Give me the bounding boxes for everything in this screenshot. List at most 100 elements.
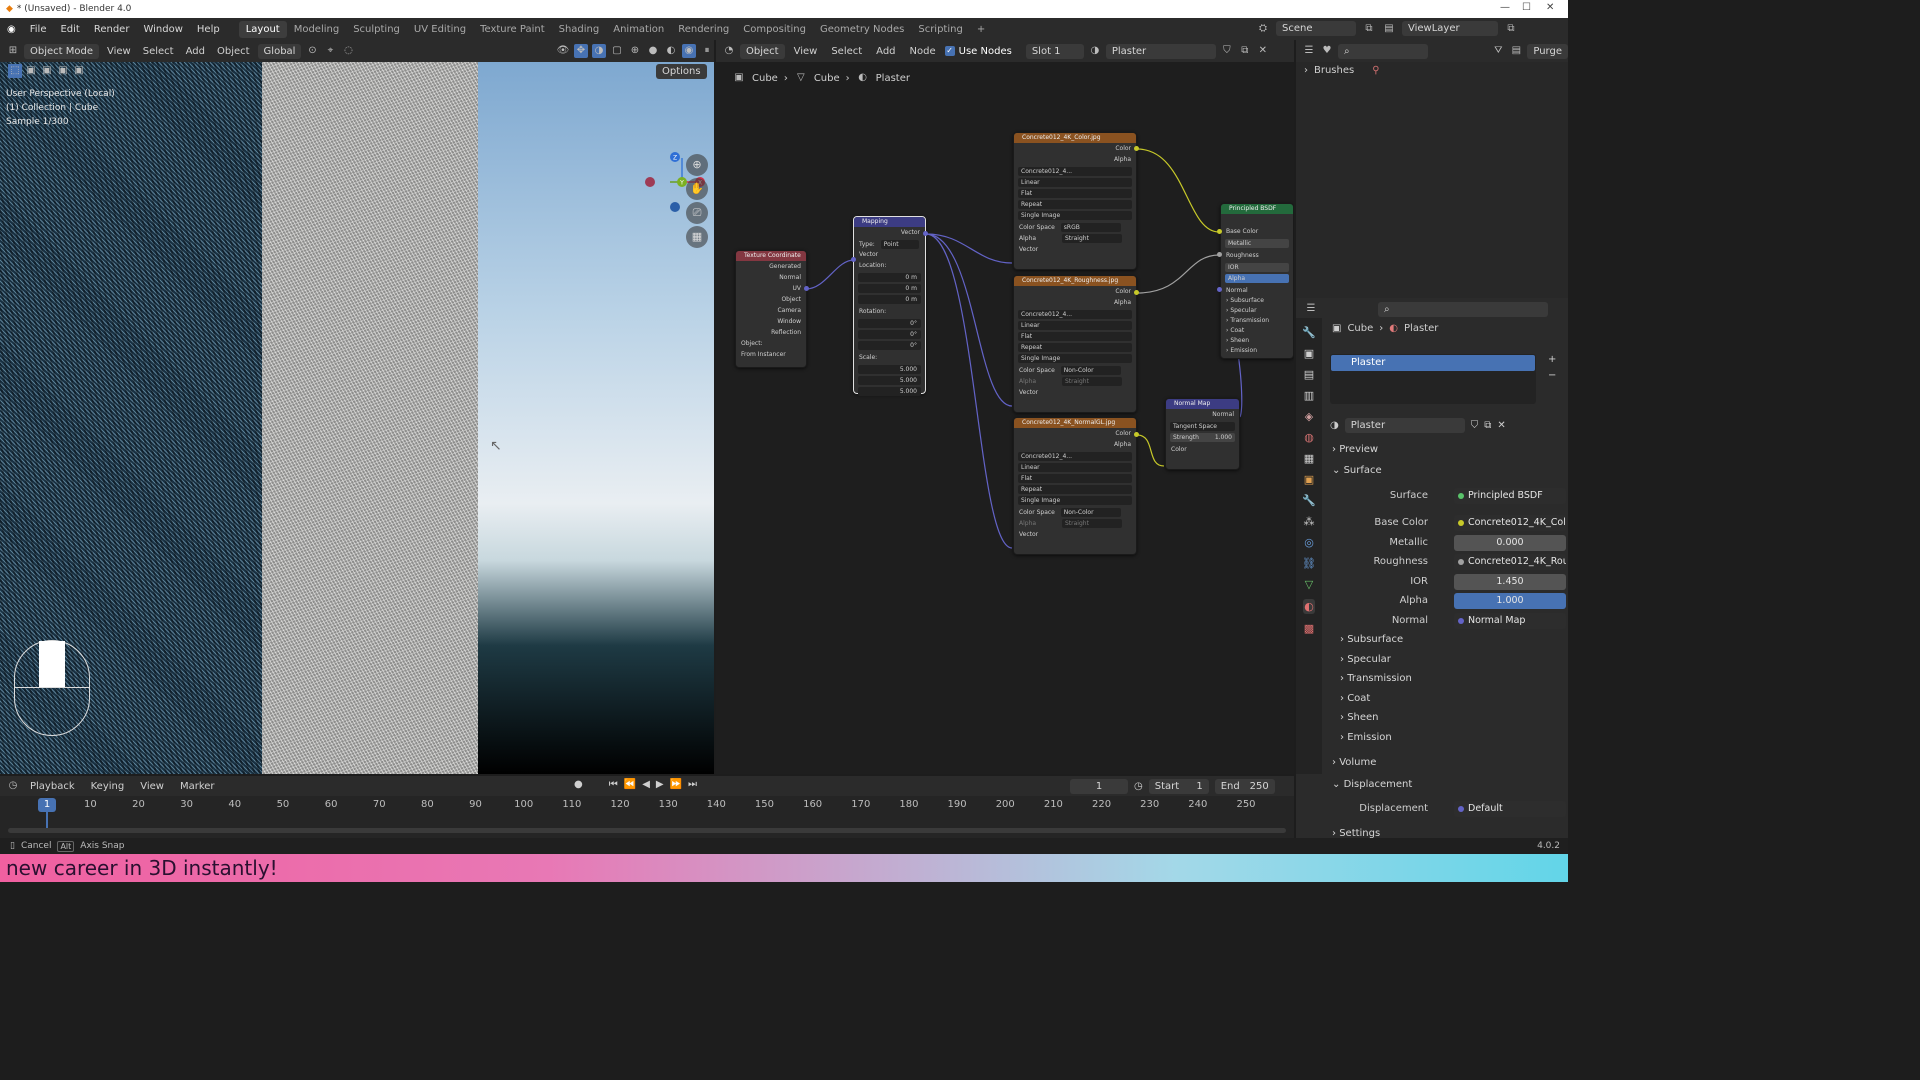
timeline-editor[interactable]: ◷ Playback Keying View Marker ● ⏮ ⏪ ◀ ▶ … (0, 776, 1294, 838)
panel-subsurface[interactable]: Subsurface (1230, 297, 1264, 304)
texture-tab-icon[interactable]: ▩ (1304, 622, 1314, 635)
node-header[interactable]: Normal Map (1166, 399, 1239, 409)
texture-coordinate-node[interactable]: Texture Coordinate Generated Normal UV O… (735, 250, 807, 368)
node-menu-select[interactable]: Select (826, 46, 867, 57)
menu-window[interactable]: Window (136, 24, 189, 35)
material-browse-icon[interactable]: ◑ (1088, 44, 1102, 58)
node-menu-view[interactable]: View (789, 46, 823, 57)
object-tab-icon[interactable]: ▣ (1304, 473, 1314, 486)
ior-field[interactable]: 1.450 (1454, 574, 1566, 590)
material-name-field[interactable]: Plaster (1344, 418, 1465, 433)
output-tab-icon[interactable]: ▤ (1304, 368, 1314, 381)
tab-scripting[interactable]: Scripting (911, 21, 969, 38)
subpanel-emission[interactable]: › Emission (1340, 732, 1392, 743)
scene-tab-icon[interactable]: ◈ (1305, 410, 1313, 423)
displacement-field[interactable]: Default (1454, 801, 1566, 817)
filter-icon[interactable]: ⛛ (1491, 44, 1505, 58)
ior-field[interactable]: IOR (1225, 263, 1289, 272)
extension-dropdown[interactable]: Repeat (1018, 200, 1132, 209)
image-selector[interactable]: Concrete012_4... (1018, 452, 1132, 461)
add-slot-icon[interactable]: + (1548, 354, 1556, 365)
location-y-field[interactable]: 0 m (858, 284, 921, 293)
subpanel-sheen[interactable]: › Sheen (1340, 712, 1379, 723)
source-dropdown[interactable]: Single Image (1018, 211, 1132, 220)
orientation-selector[interactable]: Global (257, 43, 302, 59)
tab-modeling[interactable]: Modeling (287, 21, 347, 38)
strength-field[interactable]: Strength 1.000 (1170, 433, 1235, 442)
scale-z-field[interactable]: 5.000 (858, 387, 921, 396)
collection-tab-icon[interactable]: ▦ (1304, 452, 1314, 465)
slot-selector[interactable]: Slot 1 (1025, 43, 1084, 59)
viewport-menu-object[interactable]: Object (213, 46, 254, 57)
mapping-node[interactable]: Mapping Vector Type: Point Vector Locati… (853, 216, 926, 396)
material-shading-icon[interactable]: ◐ (664, 44, 678, 58)
roughness-image-texture-node[interactable]: Concrete012_4K_Roughness.jpg Color Alpha… (1013, 275, 1137, 413)
object-field-label[interactable]: Object: (736, 338, 806, 349)
pause-render-icon[interactable]: ⏸ (700, 44, 714, 58)
new-viewlayer-icon[interactable]: ⧉ (1504, 22, 1518, 36)
camera-view-icon[interactable]: ⎚ (686, 202, 708, 224)
alpha-dropdown[interactable]: Straight (1061, 519, 1122, 528)
colorspace-dropdown[interactable]: sRGB (1060, 223, 1121, 232)
uv-output-socket[interactable] (804, 286, 809, 291)
panel-emission[interactable]: Emission (1230, 347, 1257, 354)
subpanel-coat[interactable]: › Coat (1340, 693, 1370, 704)
minimize-icon[interactable]: — (1500, 2, 1510, 13)
new-collection-icon[interactable]: ▤ (1509, 44, 1523, 58)
projection-dropdown[interactable]: Flat (1018, 332, 1132, 341)
modifier-tab-icon[interactable]: 🔧 (1302, 494, 1316, 507)
basecolor-input-socket[interactable] (1217, 229, 1222, 234)
particles-tab-icon[interactable]: ⁂ (1304, 515, 1315, 528)
solid-shading-icon[interactable]: ● (646, 44, 660, 58)
3d-viewport[interactable]: ⬚ ▣ ▣ ▣ ▣ User Perspective (Local) (1) C… (0, 62, 714, 774)
node-header[interactable]: Mapping (854, 217, 925, 227)
xray-icon[interactable]: ▢ (610, 44, 624, 58)
scale-y-field[interactable]: 5.000 (858, 376, 921, 385)
tab-rendering[interactable]: Rendering (671, 21, 736, 38)
tab-animation[interactable]: Animation (606, 21, 671, 38)
mode-selector[interactable]: Object Mode (24, 43, 99, 59)
overlay-toggle-icon[interactable]: ◑ (592, 44, 606, 58)
view-layer-tab-icon[interactable]: ▥ (1304, 389, 1314, 402)
node-editor-type-icon[interactable]: ◔ (722, 44, 736, 58)
pivot-icon[interactable]: ⊙ (305, 44, 319, 58)
outliner-item[interactable]: › Brushes ⚲ (1304, 65, 1380, 76)
outliner-panel[interactable]: › Brushes ⚲ (1296, 40, 1568, 298)
properties-editor[interactable]: ☰ ⌕ ▣ Cube › ◐ Plaster Plaster + − ◑ Pla… (1296, 298, 1568, 774)
colorspace-dropdown[interactable]: Non-Color (1060, 366, 1121, 375)
world-tab-icon[interactable]: ◍ (1304, 431, 1314, 444)
editor-type-icon[interactable]: ⊞ (6, 44, 20, 58)
viewport-menu-view[interactable]: View (103, 46, 135, 57)
normal-image-texture-node[interactable]: Concrete012_4K_NormalGL.jpg Color Alpha … (1013, 417, 1137, 555)
rendered-shading-icon[interactable]: ◉ (682, 44, 696, 58)
tab-sculpting[interactable]: Sculpting (346, 21, 407, 38)
scene-selector[interactable]: Scene (1276, 21, 1356, 36)
material-slot-list[interactable]: Plaster (1330, 354, 1536, 404)
metallic-field[interactable]: Metallic (1225, 239, 1289, 248)
extension-dropdown[interactable]: Repeat (1018, 343, 1132, 352)
purge-button[interactable]: Purge (1527, 43, 1568, 59)
tab-shading[interactable]: Shading (552, 21, 607, 38)
surface-shader-field[interactable]: Principled BSDF (1454, 488, 1566, 504)
alpha-dropdown[interactable]: Straight (1061, 377, 1122, 386)
viewlayer-icon[interactable]: ▤ (1382, 22, 1396, 36)
display-mode-icon[interactable]: ♥ (1320, 44, 1334, 58)
options-button[interactable]: Options (656, 64, 707, 79)
fake-user-shield-icon[interactable]: ⛉ (1471, 420, 1479, 431)
node-header[interactable]: Texture Coordinate (736, 251, 806, 261)
node-header[interactable]: Concrete012_4K_Color.jpg (1014, 133, 1136, 143)
subpanel-specular[interactable]: › Specular (1340, 654, 1391, 665)
alpha-field[interactable]: 1.000 (1454, 593, 1566, 609)
interpolation-dropdown[interactable]: Linear (1018, 321, 1132, 330)
normal-map-node[interactable]: Normal Map Normal Tangent Space Strength… (1165, 398, 1240, 470)
color-output-socket[interactable] (1134, 146, 1139, 151)
interpolation-dropdown[interactable]: Linear (1018, 463, 1132, 472)
roughness-output-socket[interactable] (1134, 290, 1139, 295)
from-instancer-checkbox[interactable]: From Instancer (736, 349, 806, 360)
source-dropdown[interactable]: Single Image (1018, 354, 1132, 363)
unlink-material-icon[interactable]: ✕ (1497, 420, 1505, 431)
settings-panel[interactable]: › Settings (1332, 828, 1380, 838)
outliner-search-input[interactable]: ⌕ (1338, 43, 1428, 59)
surface-panel[interactable]: ⌄ Surface (1332, 465, 1382, 476)
mapping-output-socket[interactable] (923, 231, 928, 236)
